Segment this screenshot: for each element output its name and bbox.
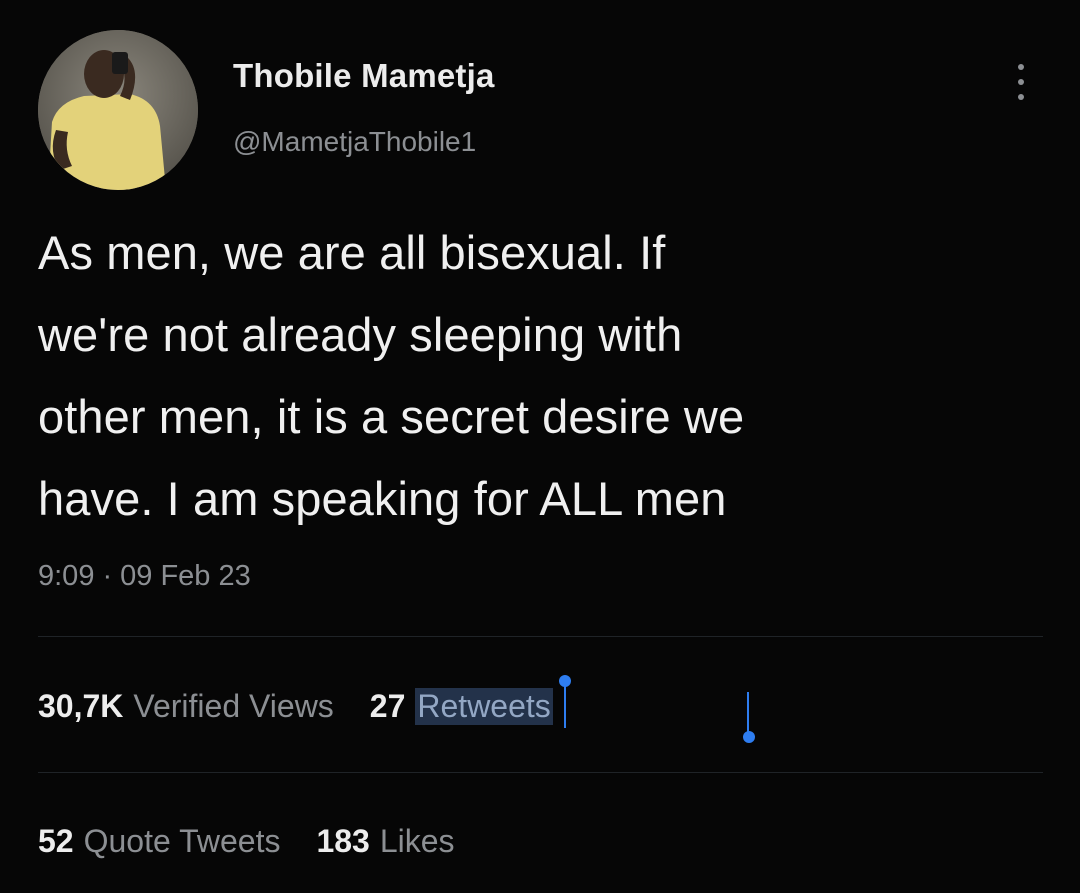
avatar[interactable]: [38, 30, 198, 190]
avatar-photo: [38, 30, 198, 190]
timestamp-separator: ·: [102, 560, 113, 592]
tweet-card: Thobile Mametja @MametjaThobile1 As men,…: [0, 0, 1080, 893]
tweet-timestamp[interactable]: 9:09 · 09 Feb 23: [38, 560, 251, 593]
more-options-button[interactable]: [1006, 60, 1036, 104]
selection-start-handle[interactable]: [559, 675, 571, 687]
tweet-text: As men, we are all bisexual. If we're no…: [38, 212, 1068, 540]
retweets-label-selected[interactable]: Retweets: [415, 688, 553, 725]
tweet-text-line: have. I am speaking for ALL men: [38, 472, 727, 525]
selection-end-bar: [747, 692, 749, 736]
tweet-time: 9:09: [38, 560, 95, 592]
views-count: 30,7K: [38, 688, 124, 724]
tweet-text-line: other men, it is a secret desire we: [38, 390, 745, 443]
tweet-date: 09 Feb 23: [120, 560, 251, 592]
tweet-text-line: we're not already sleeping with: [38, 308, 683, 361]
views-label[interactable]: Verified Views: [133, 688, 333, 725]
divider: [38, 772, 1043, 773]
quote-tweets-label[interactable]: Quote Tweets: [84, 823, 281, 860]
more-vertical-icon: [1018, 64, 1024, 70]
retweets-count[interactable]: 27: [370, 688, 406, 725]
divider: [38, 636, 1043, 637]
likes-label[interactable]: Likes: [380, 823, 455, 860]
likes-count[interactable]: 183: [316, 823, 369, 860]
author-display-name[interactable]: Thobile Mametja: [233, 57, 495, 95]
author-handle[interactable]: @MametjaThobile1: [233, 126, 476, 158]
stats-row-views-retweets: 30,7K Verified Views 27 Retweets: [38, 688, 579, 725]
stats-row-quotes-likes: 52 Quote Tweets 183 Likes: [38, 823, 481, 860]
tweet-text-line: As men, we are all bisexual. If: [38, 226, 666, 279]
quote-tweets-count[interactable]: 52: [38, 823, 74, 860]
selection-start-bar: [564, 684, 566, 728]
selection-end-handle[interactable]: [743, 731, 755, 743]
